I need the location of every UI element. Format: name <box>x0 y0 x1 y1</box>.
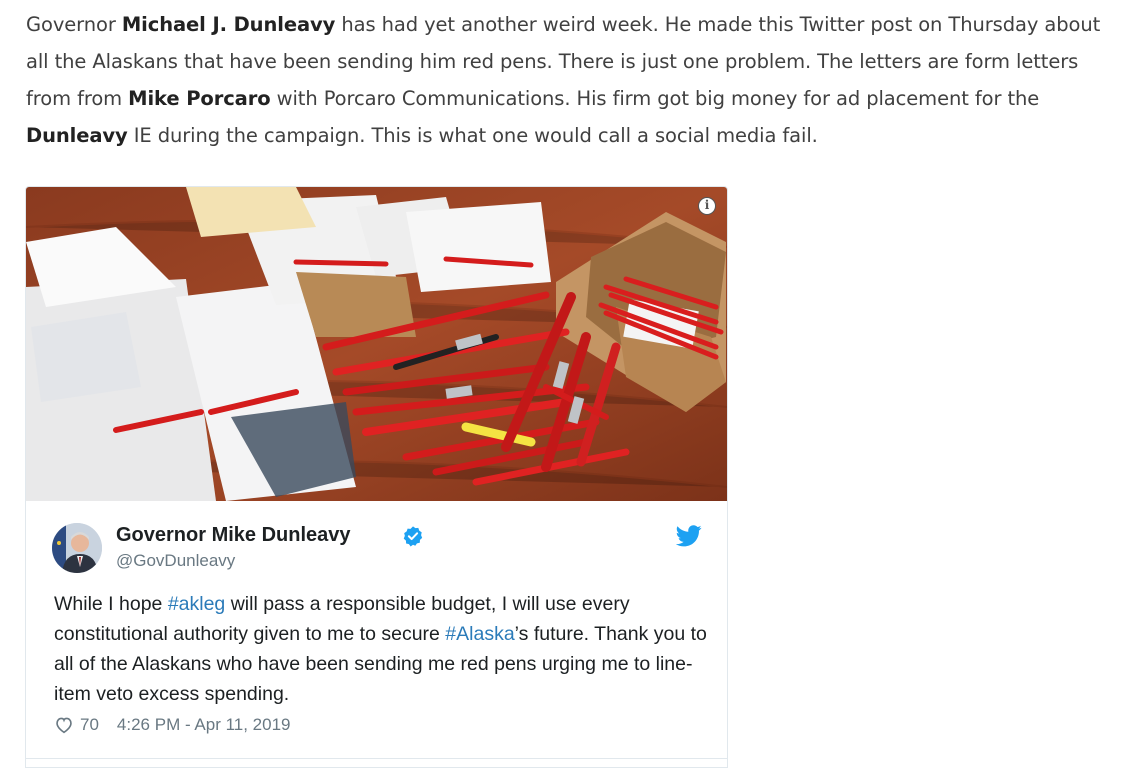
avatar[interactable] <box>52 523 102 573</box>
like-count[interactable]: 70 <box>80 715 99 735</box>
embedded-tweet[interactable]: i Governor Mike Dunleavy @GovDunleavy Wh… <box>25 186 728 768</box>
verified-badge-icon <box>403 526 423 547</box>
hashtag-link-akleg[interactable]: #akleg <box>168 593 225 615</box>
tweet-display-name[interactable]: Governor Mike Dunleavy <box>116 524 351 547</box>
article-text: IE during the campaign. This is what one… <box>127 124 818 147</box>
tweet-author-header: Governor Mike Dunleavy @GovDunleavy <box>52 521 702 581</box>
tweet-card-divider <box>26 758 727 767</box>
article-text: with Porcaro Communications. His firm go… <box>270 87 1040 110</box>
article-paragraph: Governor Michael J. Dunleavy has had yet… <box>26 6 1116 154</box>
heart-icon[interactable] <box>54 716 74 734</box>
info-icon[interactable]: i <box>698 197 716 215</box>
article-bold-name: Mike Porcaro <box>128 87 271 110</box>
tweet-photo[interactable] <box>26 187 727 501</box>
tweet-meta: 70 4:26 PM - Apr 11, 2019 <box>54 715 291 735</box>
tweet-text: While I hope #akleg will pass a responsi… <box>54 589 714 709</box>
tweet-screen-name[interactable]: @GovDunleavy <box>116 551 235 571</box>
hashtag-link-alaska[interactable]: #Alaska <box>445 623 514 645</box>
article-bold-name: Dunleavy <box>26 124 128 147</box>
article-text: Governor <box>26 13 122 36</box>
tweet-text-segment: While I hope <box>54 593 168 615</box>
tweet-timestamp[interactable]: 4:26 PM - Apr 11, 2019 <box>117 715 291 735</box>
article-bold-name: Michael J. Dunleavy <box>121 13 336 36</box>
twitter-bird-icon[interactable] <box>676 525 702 547</box>
